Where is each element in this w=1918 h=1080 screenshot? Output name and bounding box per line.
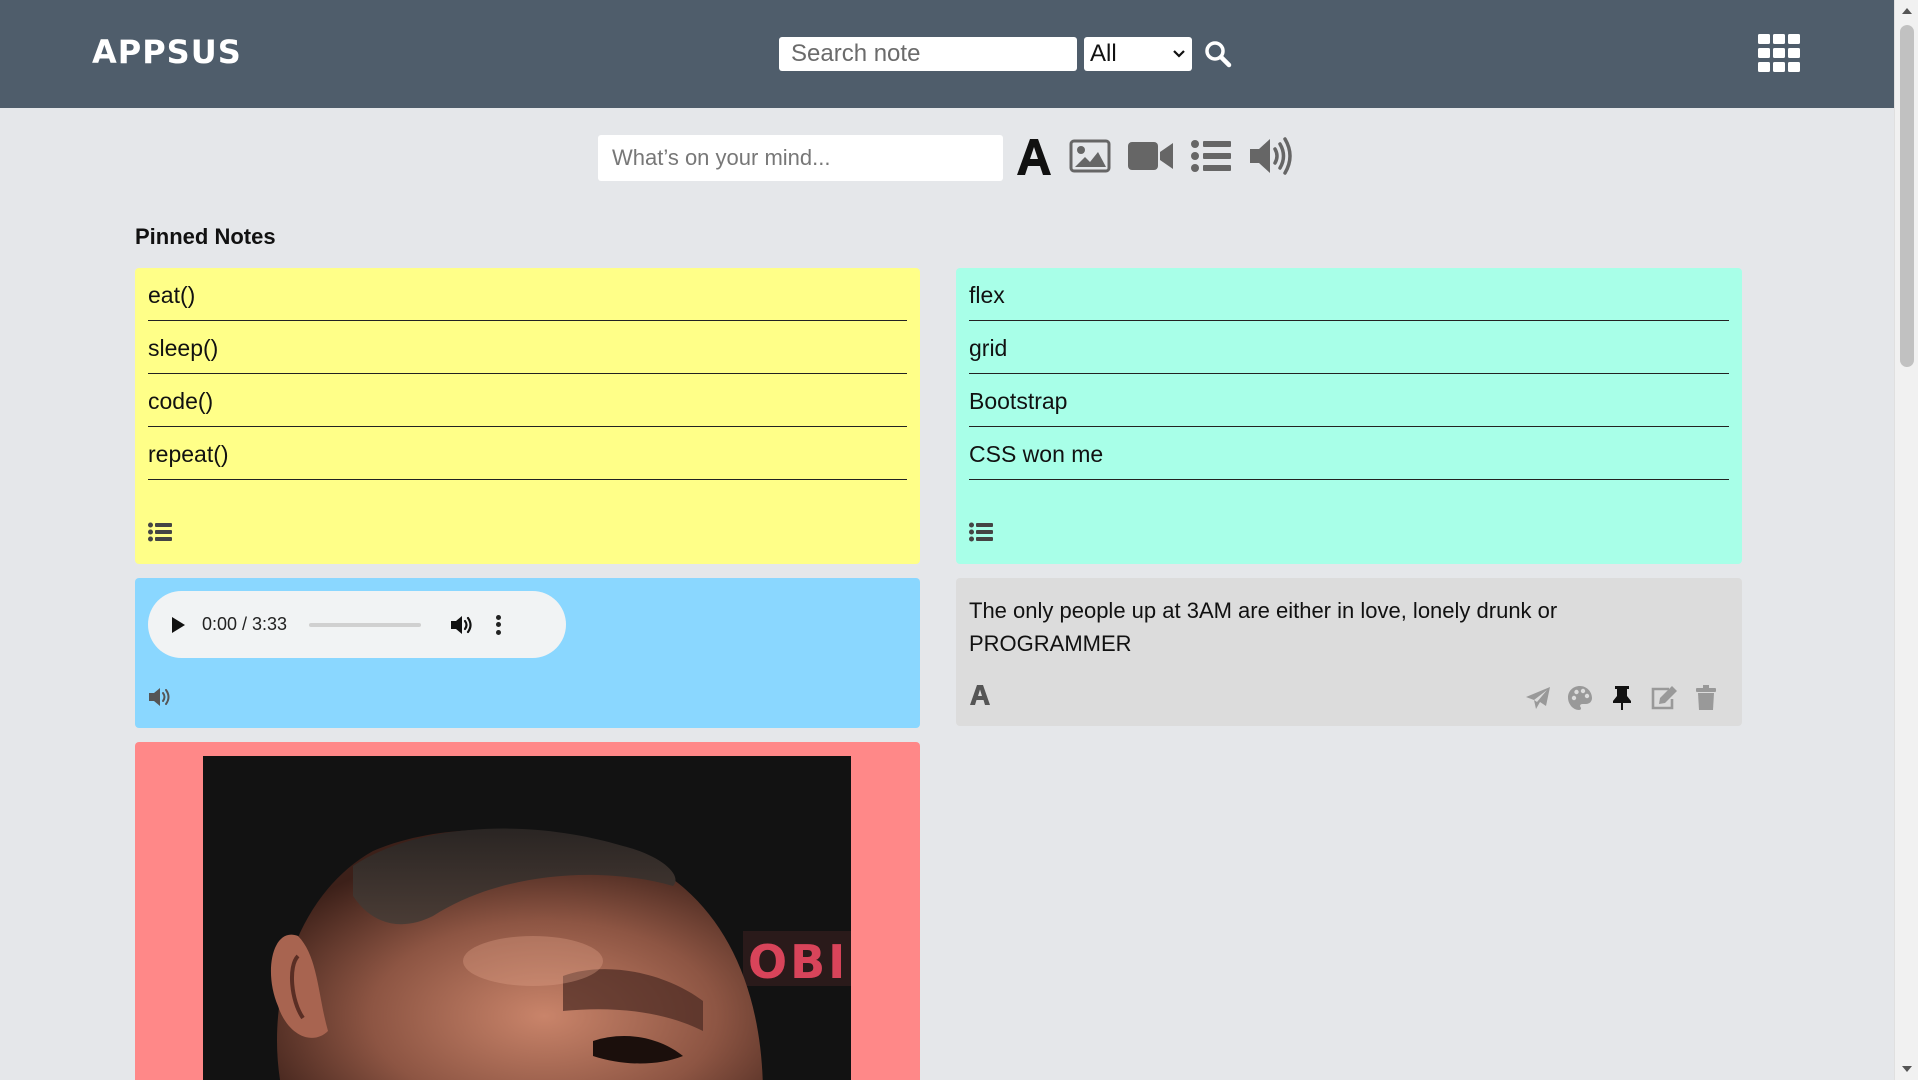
audio-seek-bar[interactable] (309, 622, 422, 627)
todo-item[interactable]: Bootstrap (969, 374, 1729, 427)
filter-selected-value: All (1090, 40, 1117, 67)
list-icon (969, 522, 993, 542)
text-icon (970, 685, 990, 705)
pinned-notes-heading: Pinned Notes (135, 224, 276, 249)
todo-item[interactable]: repeat() (148, 427, 907, 480)
color-button[interactable] (1566, 684, 1594, 712)
more-dot (495, 629, 501, 635)
more-dot (495, 622, 501, 627)
image-note-button[interactable] (1069, 134, 1111, 178)
image-icon (1069, 139, 1111, 173)
text-icon (1017, 139, 1051, 175)
video-note-button[interactable] (1128, 134, 1174, 178)
play-button[interactable] (166, 613, 190, 637)
pin-icon (1613, 686, 1631, 710)
todo-item[interactable]: code() (148, 374, 907, 427)
trash-icon (1696, 685, 1716, 710)
todo-list: eat() sleep() code() repeat() (135, 268, 920, 480)
list-icon (148, 522, 172, 542)
volume-icon (1250, 137, 1292, 175)
note-image[interactable]: OBI (203, 756, 851, 1080)
send-icon (1526, 687, 1550, 709)
note-actions (1524, 684, 1720, 712)
audio-note[interactable]: 0:00 / 3:33 (135, 578, 920, 728)
palette-icon (1568, 686, 1592, 710)
audio-player[interactable]: 0:00 / 3:33 (148, 591, 566, 658)
todo-item[interactable]: CSS won me (969, 427, 1729, 480)
scroll-up-arrow[interactable] (1902, 8, 1912, 14)
todo-item[interactable]: sleep() (148, 321, 907, 374)
volume-icon (149, 688, 170, 706)
new-note-input[interactable] (598, 135, 1003, 181)
list-note-button[interactable] (1191, 134, 1231, 178)
image-note[interactable]: OBI (135, 742, 920, 1080)
page-scrollbar[interactable] (1894, 0, 1918, 1080)
chevron-down-icon (1173, 50, 1185, 58)
scroll-thumb[interactable] (1900, 25, 1914, 367)
list-icon (1191, 140, 1231, 172)
todo-item[interactable]: eat() (148, 268, 907, 321)
note-type-filter[interactable]: All (1084, 37, 1192, 71)
text-note[interactable]: The only people up at 3AM are either in … (956, 578, 1742, 726)
todo-list: flex grid Bootstrap CSS won me (956, 268, 1742, 480)
app-logo[interactable]: APPSUS (92, 33, 242, 71)
audio-time: 0:00 / 3:33 (202, 614, 288, 634)
play-icon (172, 616, 185, 633)
app-header: APPSUS All (0, 0, 1894, 108)
more-dot (495, 614, 501, 620)
search-input[interactable] (779, 37, 1077, 71)
photo-illustration: OBI (203, 756, 851, 1080)
todo-item[interactable]: grid (969, 321, 1729, 374)
delete-button[interactable] (1692, 684, 1720, 712)
grid-icon (1758, 34, 1800, 72)
note-text: The only people up at 3AM are either in … (969, 598, 1558, 656)
scroll-down-arrow[interactable] (1902, 1066, 1912, 1072)
pin-button[interactable] (1608, 684, 1636, 712)
todo-note[interactable]: flex grid Bootstrap CSS won me (956, 268, 1742, 564)
search-button[interactable] (1204, 40, 1232, 68)
video-icon (1128, 142, 1173, 170)
todo-item[interactable]: flex (969, 268, 1729, 321)
audio-note-button[interactable] (1248, 134, 1294, 178)
text-note-button[interactable] (1016, 134, 1052, 178)
more-options-button[interactable] (493, 613, 503, 637)
todo-note[interactable]: eat() sleep() code() repeat() (135, 268, 920, 564)
search-icon (1205, 41, 1232, 68)
svg-text:OBI: OBI (748, 935, 848, 989)
apps-menu-button[interactable] (1758, 34, 1800, 72)
send-button[interactable] (1524, 684, 1552, 712)
volume-icon (451, 615, 472, 634)
edit-button[interactable] (1650, 684, 1678, 712)
edit-icon (1651, 686, 1677, 710)
mute-button[interactable] (449, 612, 475, 638)
